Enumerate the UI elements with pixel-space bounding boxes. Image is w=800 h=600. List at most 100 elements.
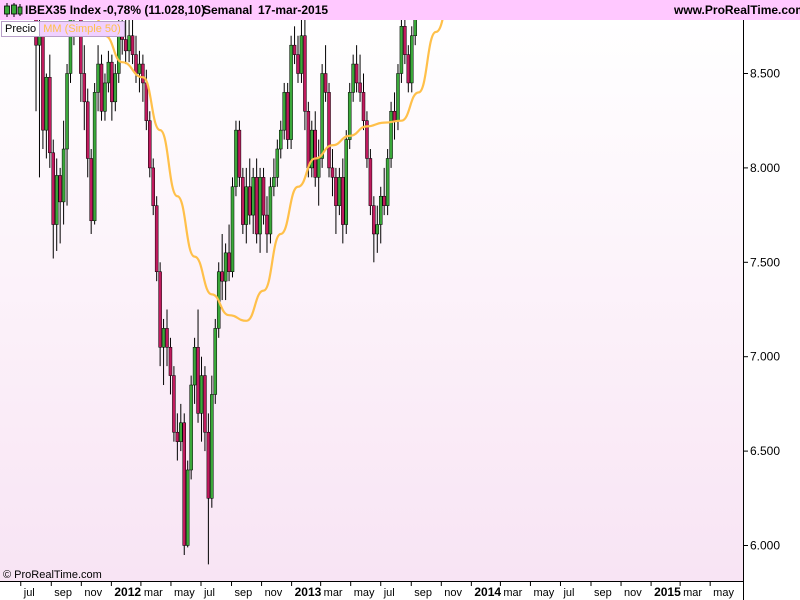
x-tick-label: mar (683, 587, 702, 599)
price-chart[interactable]: 6.0006.5007.0007.5008.0008.5009.0009.500… (0, 0, 800, 600)
candle-body-down (48, 77, 52, 154)
candle-body-down (361, 92, 366, 121)
candle (185, 460, 190, 548)
candle (99, 54, 104, 121)
timeframe-label: Semanal (203, 3, 253, 17)
candle-body-down (237, 129, 242, 178)
copyright-label: © ProRealTime.com (3, 569, 102, 581)
candle (172, 366, 176, 442)
candle-body-up (251, 177, 255, 216)
y-tick-label: 7.500 (750, 255, 780, 269)
candle-body-up (179, 422, 183, 442)
candle (385, 149, 390, 216)
candle-body-up (37, 35, 42, 46)
candle-body-down (303, 35, 307, 112)
x-tick-label: may (713, 587, 734, 599)
x-tick-label: 2013 (295, 585, 322, 599)
candle (182, 413, 186, 555)
y-tick-label: 8.000 (750, 161, 780, 175)
candle-body-down (403, 26, 407, 55)
candle-body-up (230, 186, 235, 272)
candle (234, 120, 238, 197)
candle-body-down (227, 252, 231, 272)
candle-body-up (396, 73, 400, 121)
price-change: -0,78% (11.028,10) (103, 3, 206, 17)
candle-body-down (296, 54, 300, 74)
date-label: 17-mar-2015 (258, 3, 329, 17)
candle-body-up (199, 375, 204, 414)
candle (410, 26, 414, 93)
candle-body-down (158, 271, 162, 348)
y-tick-label: 7.000 (750, 350, 780, 364)
candle (92, 82, 97, 225)
candle (230, 177, 235, 278)
candle-body-up (316, 158, 321, 178)
candle-body-up (44, 77, 49, 131)
candle-body-down (144, 82, 149, 121)
candlestick-icon (4, 3, 23, 17)
candle-body-up (223, 252, 228, 282)
candle (154, 196, 159, 282)
x-tick-label: may (533, 587, 554, 599)
x-tick-label: jul (562, 587, 574, 599)
website-label[interactable]: www.ProRealTime.com (674, 3, 800, 17)
candle-body-up (234, 129, 238, 188)
candle-body-down (134, 54, 138, 74)
candle-body-up (117, 31, 121, 74)
candle-body-down (168, 347, 173, 376)
candle (368, 149, 373, 216)
candle-body-up (210, 394, 214, 499)
x-tick-label: 2015 (654, 585, 681, 599)
candle-body-up (213, 328, 218, 395)
y-tick-label: 6.000 (750, 539, 780, 553)
candle-body-up (282, 92, 286, 131)
x-tick-label: sep (235, 587, 253, 599)
candle-body-up (351, 63, 355, 93)
candle-body-down (172, 375, 176, 433)
candle-body-down (327, 92, 331, 169)
candle-body-up (410, 35, 414, 84)
y-tick-label: 8.500 (750, 67, 780, 81)
x-tick-label: jul (203, 587, 215, 599)
candle-body-up (344, 139, 349, 225)
candle-body-up (268, 186, 273, 235)
candle-body-up (103, 82, 107, 112)
candle-body-up (337, 177, 342, 206)
candle (210, 375, 214, 508)
candle-body-down (341, 177, 345, 225)
candle-body-down (241, 177, 245, 225)
candle (327, 82, 331, 178)
candle-body-up (399, 26, 404, 74)
candle-body-down (368, 158, 373, 206)
legend[interactable]: Precio MM (Simple 50) (1, 21, 125, 37)
candle-body-down (372, 205, 376, 235)
candle-body-down (82, 73, 87, 103)
y-tick-label: 6.500 (750, 444, 780, 458)
candle (399, 16, 404, 83)
candle (289, 35, 293, 150)
legend-price[interactable]: Precio (2, 22, 39, 36)
candle-body-down (354, 63, 359, 84)
candle-body-up (137, 63, 142, 74)
candle-body-up (375, 224, 380, 235)
candle-body-down (247, 186, 252, 216)
candle-body-down (123, 39, 128, 52)
candle-body-up (61, 148, 66, 203)
candle-body-down (89, 158, 93, 222)
candle (213, 318, 218, 404)
candle (241, 167, 245, 234)
legend-moving-average[interactable]: MM (Simple 50) (39, 22, 124, 36)
y-axis-panel (743, 20, 800, 600)
candle-body-down (58, 175, 62, 203)
candle-body-down (220, 271, 224, 282)
candle-body-down (41, 35, 45, 131)
candle-body-down (306, 111, 311, 169)
candle-body-down (148, 120, 152, 169)
candle-body-down (313, 129, 317, 178)
candle-body-up (272, 177, 276, 188)
candle-body-up (161, 328, 166, 348)
candle (148, 111, 152, 178)
x-tick-label: jul (23, 587, 35, 599)
candle-body-down (141, 63, 145, 84)
candle-body-up (189, 384, 193, 471)
